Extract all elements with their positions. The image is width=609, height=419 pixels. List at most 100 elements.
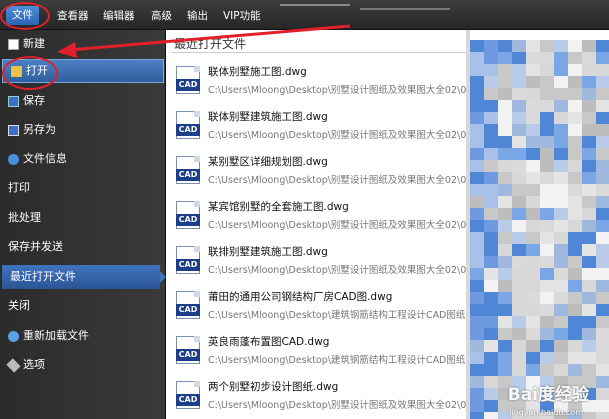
sidebar-item-file-info[interactable]: 文件信息 [0, 147, 164, 171]
icon-fold [194, 111, 200, 117]
redaction-pixel [540, 184, 554, 196]
redaction-pixel [540, 76, 554, 88]
redaction-pixel [484, 88, 498, 100]
redaction-pixel [554, 328, 568, 340]
reload-icon [8, 330, 19, 342]
file-path: C:\Users\Mloong\Desktop\别墅设计图纸及效果图大全02\0… [208, 130, 468, 141]
redaction-pixel [498, 136, 512, 148]
cad-file-icon: CAD [176, 66, 200, 94]
icon-fold [194, 66, 200, 72]
sidebar-item-save-as[interactable]: 另存为 [0, 118, 164, 142]
recent-file-row[interactable]: CAD 英良雨蓬布置图CAD.dwg C:\Users\Mloong\Desktop… [166, 330, 468, 374]
redaction-pixel [596, 172, 609, 184]
recent-file-row[interactable]: CAD 两个别墅初步设计图纸.dwg C:\Users\Mloong\Desktop… [166, 375, 468, 419]
icon-fold [194, 246, 200, 252]
redaction-pixel [498, 328, 512, 340]
cad-icon-label: CAD [176, 259, 200, 271]
redaction-pixel [498, 292, 512, 304]
recent-file-row[interactable]: CAD 联排别墅建筑施工图.dwg C:\Users\Mloong\Desktop\… [166, 240, 468, 284]
redaction-pixel [526, 208, 540, 220]
sidebar-item-reload[interactable]: 重新加载文件 [0, 324, 164, 348]
redaction-pixel [526, 244, 540, 256]
redaction-pixel [568, 352, 582, 364]
redaction-pixel [568, 160, 582, 172]
recent-file-row[interactable]: CAD 某宾馆别墅的全套施工图.dwg C:\Users\Mloong\Deskto… [166, 195, 468, 239]
redaction-pixel [526, 340, 540, 352]
redaction-pixel [512, 352, 526, 364]
redaction-pixel [568, 268, 582, 280]
redaction-pixel [596, 352, 609, 364]
redaction-pixel [554, 112, 568, 124]
redaction-pixel [484, 220, 498, 232]
redaction-pixel [470, 40, 484, 52]
arrow-shaft [68, 24, 351, 52]
redaction-pixel [568, 52, 582, 64]
redaction-pixel [540, 232, 554, 244]
redaction-pixel [512, 256, 526, 268]
cad-file-icon: CAD [176, 381, 200, 409]
redaction-pixel [498, 40, 512, 52]
redaction-pixel [526, 136, 540, 148]
redaction-pixel [582, 208, 596, 220]
redaction-pixel [526, 124, 540, 136]
redaction-pixel [554, 148, 568, 160]
recent-file-row[interactable]: CAD 联体别墅施工图.dwg C:\Users\Mloong\Desktop\别墅… [166, 60, 468, 104]
redaction-pixel [470, 292, 484, 304]
redaction-pixel [540, 136, 554, 148]
redaction-pixel [596, 148, 609, 160]
sidebar-item-label: 选项 [23, 358, 45, 371]
redaction-pixel [470, 232, 484, 244]
redaction-pixel [540, 88, 554, 100]
redaction-pixel [582, 184, 596, 196]
redaction-pixel [554, 160, 568, 172]
redaction-pixel [484, 124, 498, 136]
redaction-pixel [540, 292, 554, 304]
redaction-pixel [498, 256, 512, 268]
file-path: C:\Users\Mloong\Desktop\建筑钢筋结构工程设计CAD图纸及 [208, 310, 468, 321]
sidebar-item-batch[interactable]: 批处理 [0, 206, 164, 230]
redaction-pixel [470, 100, 484, 112]
redaction-pixel [582, 52, 596, 64]
recent-file-row[interactable]: CAD 某别墅区详细规划图.dwg C:\Users\Mloong\Desktop\… [166, 150, 468, 194]
sidebar-item-save-send[interactable]: 保存并发送 [0, 235, 164, 259]
redaction-pixel [470, 256, 484, 268]
redaction-pixel [568, 76, 582, 88]
redaction-pixel [484, 328, 498, 340]
redaction-pixel [470, 412, 484, 419]
redaction-pixel [554, 136, 568, 148]
redaction-pixel [554, 232, 568, 244]
sidebar-item-print[interactable]: 打印 [0, 176, 164, 200]
redaction-pixel [554, 340, 568, 352]
redaction-pixel [540, 208, 554, 220]
cad-icon-label: CAD [176, 304, 200, 316]
redaction-pixel [498, 340, 512, 352]
sidebar-item-label: 保存 [23, 94, 45, 107]
sidebar-item-label: 重新加载文件 [23, 329, 89, 342]
redaction-pixel [512, 280, 526, 292]
annotation-circle-file [0, 2, 50, 30]
sidebar-item-options[interactable]: 选项 [0, 353, 164, 377]
icon-fold [194, 336, 200, 342]
redaction-pixel [512, 364, 526, 376]
redaction-pixel [568, 208, 582, 220]
file-name: 两个别墅初步设计图纸.dwg [208, 381, 339, 393]
file-name: 联体别墅施工图.dwg [208, 66, 307, 78]
recent-file-row[interactable]: CAD 联体别墅建筑施工图.dwg C:\Users\Mloong\Desktop\… [166, 105, 468, 149]
recent-file-row[interactable]: CAD 莆田的通用公司钢结构厂房CAD图.dwg C:\Users\Mloong\D… [166, 285, 468, 329]
menubar-decoration [360, 0, 450, 10]
redaction-pixel [582, 64, 596, 76]
sidebar-item-close[interactable]: 关闭 [0, 294, 164, 318]
redaction-pixel [498, 304, 512, 316]
redaction-pixel [568, 304, 582, 316]
redaction-pixel [526, 148, 540, 160]
sidebar-item-recent[interactable]: 最近打开文件 [2, 265, 166, 289]
redaction-pixel [540, 316, 554, 328]
redaction-pixel [554, 124, 568, 136]
sidebar-item-save[interactable]: 保存 [0, 89, 164, 113]
redaction-pixel [582, 124, 596, 136]
redaction-pixel [470, 328, 484, 340]
sidebar-item-label: 另存为 [23, 123, 56, 136]
redaction-pixel [526, 52, 540, 64]
redaction-pixel [582, 412, 596, 419]
redaction-pixel [554, 280, 568, 292]
